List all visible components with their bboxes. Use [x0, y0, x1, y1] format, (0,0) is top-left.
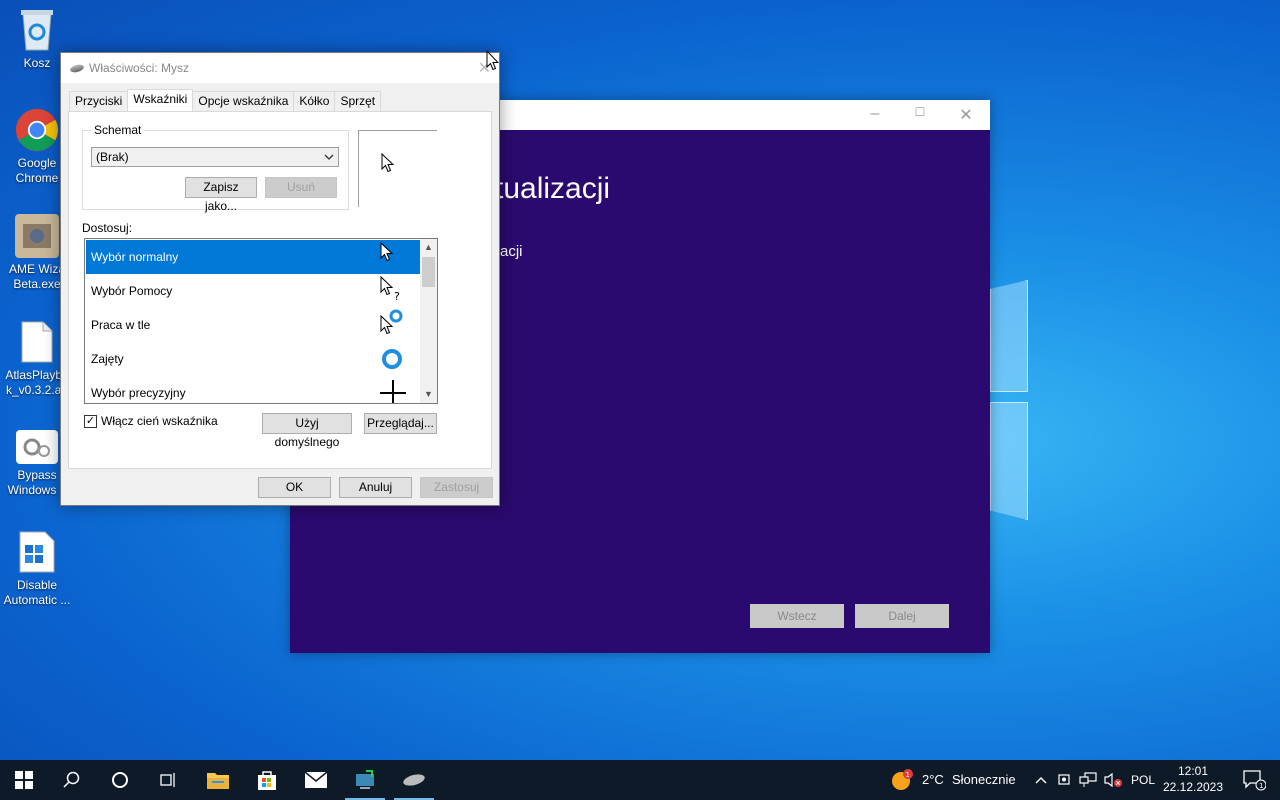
enable-shadow-label: Włącz cień wskaźnika: [101, 414, 218, 428]
list-item[interactable]: Wybór normalny: [86, 240, 420, 274]
setup-subtext: acji: [500, 243, 523, 260]
mouse-icon: [69, 63, 85, 74]
minimize-icon[interactable]: –: [865, 105, 885, 125]
tab-kolko[interactable]: Kółko: [293, 91, 336, 111]
busy-cursor-icon: [380, 342, 410, 376]
cursor-list[interactable]: Wybór normalny Wybór Pomocy ? Praca w tl…: [84, 238, 438, 404]
maximize-icon[interactable]: ☐: [910, 105, 930, 125]
delete-scheme-button[interactable]: Usuń: [265, 177, 337, 198]
next-button[interactable]: Dalej: [855, 604, 949, 628]
working-cursor-icon: [380, 308, 410, 342]
arrow-cursor-icon: [380, 240, 410, 274]
svg-text:?: ?: [394, 290, 400, 302]
list-item-label: Wybór normalny: [91, 250, 179, 264]
bypass-script-icon: [16, 430, 58, 464]
desktop-icon-label: Automatic ...: [3, 593, 71, 607]
taskbar: 1 2°C Słonecznie POL 12:01 22.12.2023 1: [0, 760, 1280, 800]
dialog-titlebar[interactable]: Właściwości: Mysz ✕: [61, 53, 499, 83]
list-item-label: Wybór Pomocy: [91, 284, 173, 298]
scheme-legend: Schemat: [91, 123, 145, 137]
tab-opcje-wskaznika[interactable]: Opcje wskaźnika: [192, 91, 295, 111]
dialog-title: Właściwości: Mysz: [89, 61, 190, 75]
file-icon: [15, 320, 59, 364]
weather-temp[interactable]: 2°C: [922, 760, 944, 800]
mouse-properties-dialog[interactable]: Właściwości: Mysz ✕ Przyciski Wskaźniki …: [60, 52, 500, 506]
list-item[interactable]: Wybór precyzyjny: [86, 376, 420, 403]
volume-muted-icon[interactable]: [1101, 760, 1125, 800]
scheme-group: Schemat (Brak) Zapisz jako... Usuń: [82, 123, 349, 213]
save-as-button[interactable]: Zapisz jako...: [185, 177, 257, 213]
chevron-down-icon: [324, 148, 334, 173]
cortana-icon[interactable]: [96, 760, 144, 800]
crosshair-cursor-icon: [380, 376, 410, 403]
scheme-value: (Brak): [96, 150, 129, 164]
weather-icon[interactable]: 1: [884, 760, 920, 800]
wallpaper-windows-logo: [990, 280, 1030, 520]
language-indicator[interactable]: POL: [1131, 760, 1155, 800]
microsoft-store-icon[interactable]: [243, 760, 291, 800]
search-icon[interactable]: [48, 760, 96, 800]
close-icon[interactable]: ✕: [956, 105, 976, 125]
scheme-dropdown[interactable]: (Brak): [91, 147, 339, 167]
list-item-label: Zajęty: [91, 352, 124, 366]
apply-button[interactable]: Zastosuj: [420, 477, 493, 498]
network-icon[interactable]: [1077, 760, 1099, 800]
recycle-bin-icon: [15, 8, 59, 52]
browse-button[interactable]: Przeglądaj...: [364, 413, 437, 434]
tab-strip: Przyciski Wskaźniki Opcje wskaźnika Kółk…: [69, 89, 382, 111]
windows-logo-icon: [15, 771, 33, 789]
chevron-up-icon[interactable]: [1030, 760, 1052, 800]
tab-wskazniki[interactable]: Wskaźniki: [127, 89, 194, 111]
list-item[interactable]: Zajęty: [86, 342, 420, 376]
ok-button[interactable]: OK: [258, 477, 331, 498]
list-item-label: Wybór precyzyjny: [91, 386, 186, 400]
update-assistant-taskbar-icon[interactable]: [341, 760, 389, 800]
mouse-pointer-icon: [486, 50, 500, 71]
chrome-icon: [15, 108, 59, 152]
pointers-tab-panel: Schemat (Brak) Zapisz jako... Usuń Dosto…: [68, 111, 492, 469]
weather-text[interactable]: Słonecznie: [952, 760, 1016, 800]
start-button[interactable]: [0, 760, 48, 800]
ame-wizard-icon: [15, 214, 59, 258]
list-item[interactable]: Wybór Pomocy ?: [86, 274, 420, 308]
mail-icon[interactable]: [292, 760, 340, 800]
file-explorer-icon[interactable]: [194, 760, 242, 800]
chevron-up-icon[interactable]: ▲: [420, 239, 437, 256]
tab-sprzet[interactable]: Sprzęt: [334, 91, 382, 111]
tab-przyciski[interactable]: Przyciski: [69, 91, 129, 111]
arrow-cursor-icon: [381, 153, 395, 173]
task-view-icon[interactable]: [144, 760, 192, 800]
enable-shadow-checkbox[interactable]: ✓: [84, 415, 97, 428]
cancel-button[interactable]: Anuluj: [339, 477, 412, 498]
desktop-icon-label: Disable: [16, 578, 58, 592]
chevron-down-icon[interactable]: ▼: [420, 386, 437, 403]
clock[interactable]: 12:01 22.12.2023: [1160, 763, 1226, 795]
list-item-label: Praca w tle: [91, 318, 151, 332]
weather-badge: 1: [906, 771, 910, 779]
clock-time: 12:01: [1177, 764, 1209, 778]
scrollbar-thumb[interactable]: [422, 257, 435, 287]
mouse-settings-taskbar-icon[interactable]: [390, 760, 438, 800]
customize-label: Dostosuj:: [82, 221, 133, 235]
back-button[interactable]: Wstecz: [750, 604, 844, 628]
meet-now-icon[interactable]: [1054, 760, 1076, 800]
notification-count: 1: [1259, 782, 1263, 790]
list-item[interactable]: Praca w tle: [86, 308, 420, 342]
cursor-preview: [358, 130, 437, 207]
notification-center-icon[interactable]: 1: [1232, 760, 1276, 800]
disable-updates-icon: [15, 530, 59, 574]
clock-date: 22.12.2023: [1162, 780, 1224, 794]
desktop-icon-disable-updates[interactable]: Disable Automatic ...: [0, 530, 74, 608]
list-scrollbar[interactable]: ▲ ▼: [420, 239, 437, 403]
help-cursor-icon: ?: [380, 274, 410, 308]
use-default-button[interactable]: Użyj domyślnego: [262, 413, 352, 449]
